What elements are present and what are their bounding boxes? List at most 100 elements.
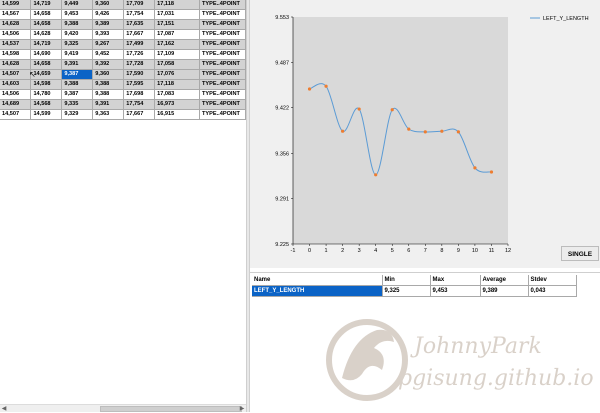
table-cell[interactable]: 14,567 xyxy=(0,9,32,20)
table-cell[interactable]: 17,109 xyxy=(154,49,201,60)
stats-header-name[interactable]: Name xyxy=(252,275,383,286)
scrollbar-thumb[interactable] xyxy=(100,406,242,412)
stats-row[interactable]: LEFT_Y_LENGTH 9,325 9,453 9,389 0,043 xyxy=(252,285,577,297)
table-cell[interactable]: 17,709 xyxy=(123,0,156,10)
table-cell[interactable]: TYPE..4POINT xyxy=(199,109,246,120)
table-cell[interactable]: TYPE..4POINT xyxy=(199,9,246,20)
table-cell[interactable]: 9,391 xyxy=(92,99,125,110)
stats-header-max[interactable]: Max xyxy=(430,275,481,286)
table-row[interactable]: 14,689 14,568 9,335 9,391 17,754 16,973 TYPE..… xyxy=(0,99,246,110)
table-cell[interactable]: 9,388 xyxy=(61,79,94,90)
table-cell[interactable]: 16,973 xyxy=(154,99,201,110)
table-cell[interactable]: 14,658 xyxy=(30,9,63,20)
table-cell[interactable]: 17,726 xyxy=(123,49,156,60)
table-cell[interactable]: 17,728 xyxy=(123,59,156,70)
table-cell[interactable]: 9,391 xyxy=(61,59,94,70)
table-row[interactable]: 14,628 14,658 9,388 9,389 17,635 17,151 TYPE..… xyxy=(0,19,246,30)
stats-table[interactable]: Name Min Max Average Stdev LEFT_Y_LENGTH… xyxy=(252,275,577,297)
table-cell[interactable]: 14,599 xyxy=(0,0,32,10)
table-cell[interactable]: 17,118 xyxy=(154,79,201,90)
table-cell[interactable]: 14,628 xyxy=(30,29,63,40)
table-cell[interactable]: 17,076 xyxy=(154,69,201,80)
table-cell[interactable]: 9,325 xyxy=(61,39,94,50)
table-row[interactable]: 14,506 14,780 9,387 9,388 17,698 17,083 TYPE..… xyxy=(0,89,246,100)
table-cell[interactable]: 17,754 xyxy=(123,99,156,110)
table-cell[interactable]: 9,453 xyxy=(61,9,94,20)
table-cell[interactable]: 9,388 xyxy=(61,19,94,30)
table-row[interactable]: 14,507 14,659 9,387 9,360 17,590 17,076 TYPE..… xyxy=(0,69,246,80)
table-cell[interactable]: TYPE..4POINT xyxy=(199,29,246,40)
table-cell[interactable]: TYPE..4POINT xyxy=(199,89,246,100)
table-cell[interactable]: 17,058 xyxy=(154,59,201,70)
table-cell[interactable]: 9,387 xyxy=(61,69,94,80)
table-cell[interactable]: TYPE..4POINT xyxy=(199,39,246,50)
stats-cell-average[interactable]: 9,389 xyxy=(480,285,529,297)
table-cell[interactable]: 17,667 xyxy=(123,29,156,40)
table-cell[interactable]: TYPE..4POINT xyxy=(199,79,246,90)
table-cell[interactable]: 17,499 xyxy=(123,39,156,50)
table-cell[interactable]: 9,387 xyxy=(61,89,94,100)
table-cell[interactable]: 9,420 xyxy=(61,29,94,40)
table-cell[interactable]: TYPE..4POINT xyxy=(199,19,246,30)
table-cell[interactable]: 14,628 xyxy=(0,19,32,30)
table-cell[interactable]: 14,628 xyxy=(0,59,32,70)
table-cell[interactable]: 17,087 xyxy=(154,29,201,40)
table-cell[interactable]: 17,595 xyxy=(123,79,156,90)
table-cell[interactable]: 14,780 xyxy=(30,89,63,100)
table-row[interactable]: 14,506 14,628 9,420 9,393 17,667 17,087 TYPE..… xyxy=(0,29,246,40)
table-cell[interactable]: 14,507 xyxy=(0,109,32,120)
data-grid[interactable]: 14,599 14,719 9,449 9,360 17,709 17,118 TYPE..… xyxy=(0,0,246,120)
table-cell[interactable]: 9,449 xyxy=(61,0,94,10)
table-cell[interactable]: 14,506 xyxy=(0,29,32,40)
stats-header-stdev[interactable]: Stdev xyxy=(528,275,577,286)
table-cell[interactable]: 17,635 xyxy=(123,19,156,30)
table-cell[interactable]: 17,162 xyxy=(154,39,201,50)
table-cell[interactable]: 17,754 xyxy=(123,9,156,20)
table-cell[interactable]: 14,598 xyxy=(30,79,63,90)
table-cell[interactable]: 14,603 xyxy=(0,79,32,90)
table-cell[interactable]: 9,392 xyxy=(92,59,125,70)
table-row[interactable]: 14,537 14,719 9,325 9,267 17,499 17,162 TYPE..… xyxy=(0,39,246,50)
table-cell[interactable]: 9,393 xyxy=(92,29,125,40)
table-row[interactable]: 14,628 14,658 9,391 9,392 17,728 17,058 TYPE..… xyxy=(0,59,246,70)
table-cell[interactable]: 9,389 xyxy=(92,19,125,30)
table-row[interactable]: 14,598 14,690 9,419 9,452 17,726 17,109 TYPE..… xyxy=(0,49,246,60)
table-cell[interactable]: 9,388 xyxy=(92,79,125,90)
table-cell[interactable]: 9,388 xyxy=(92,89,125,100)
table-cell[interactable]: TYPE..4POINT xyxy=(199,49,246,60)
scroll-left-icon[interactable]: ◀ xyxy=(0,405,8,412)
table-cell[interactable]: 14,506 xyxy=(0,89,32,100)
table-cell[interactable]: 14,689 xyxy=(0,99,32,110)
table-cell[interactable]: 14,658 xyxy=(30,59,63,70)
table-cell[interactable]: 14,658 xyxy=(30,19,63,30)
table-cell[interactable]: TYPE..4POINT xyxy=(199,59,246,70)
stats-cell-min[interactable]: 9,325 xyxy=(382,285,431,297)
table-cell[interactable]: 17,118 xyxy=(154,0,201,10)
table-cell[interactable]: 14,507 xyxy=(0,69,32,80)
table-row[interactable]: 14,603 14,598 9,388 9,388 17,595 17,118 TYPE..… xyxy=(0,79,246,90)
table-cell[interactable]: TYPE..4POINT xyxy=(199,69,246,80)
table-cell[interactable]: 14,690 xyxy=(30,49,63,60)
table-cell[interactable]: 16,915 xyxy=(154,109,201,120)
table-cell[interactable]: 17,698 xyxy=(123,89,156,100)
table-cell[interactable]: 9,335 xyxy=(61,99,94,110)
table-row[interactable]: 14,567 14,658 9,453 9,426 17,754 17,031 TYPE..… xyxy=(0,9,246,20)
table-cell[interactable]: 14,719 xyxy=(30,0,63,10)
table-cell[interactable]: 9,419 xyxy=(61,49,94,60)
table-cell[interactable]: 9,267 xyxy=(92,39,125,50)
horizontal-scrollbar[interactable]: ◀ ▶ xyxy=(0,404,246,412)
table-cell[interactable]: 17,667 xyxy=(123,109,156,120)
table-cell[interactable]: 17,151 xyxy=(154,19,201,30)
table-cell[interactable]: 17,031 xyxy=(154,9,201,20)
table-cell[interactable]: 14,568 xyxy=(30,99,63,110)
table-cell[interactable]: 9,426 xyxy=(92,9,125,20)
table-cell[interactable]: 17,590 xyxy=(123,69,156,80)
stats-header-average[interactable]: Average xyxy=(480,275,529,286)
stats-cell-stdev[interactable]: 0,043 xyxy=(528,285,577,297)
table-cell[interactable]: 9,360 xyxy=(92,0,125,10)
stats-header-min[interactable]: Min xyxy=(382,275,431,286)
table-row[interactable]: 14,507 14,599 9,329 9,363 17,667 16,915 TYPE..… xyxy=(0,109,246,120)
table-cell[interactable]: 14,598 xyxy=(0,49,32,60)
stats-cell-max[interactable]: 9,453 xyxy=(430,285,481,297)
table-cell[interactable]: TYPE..4POINT xyxy=(199,99,246,110)
